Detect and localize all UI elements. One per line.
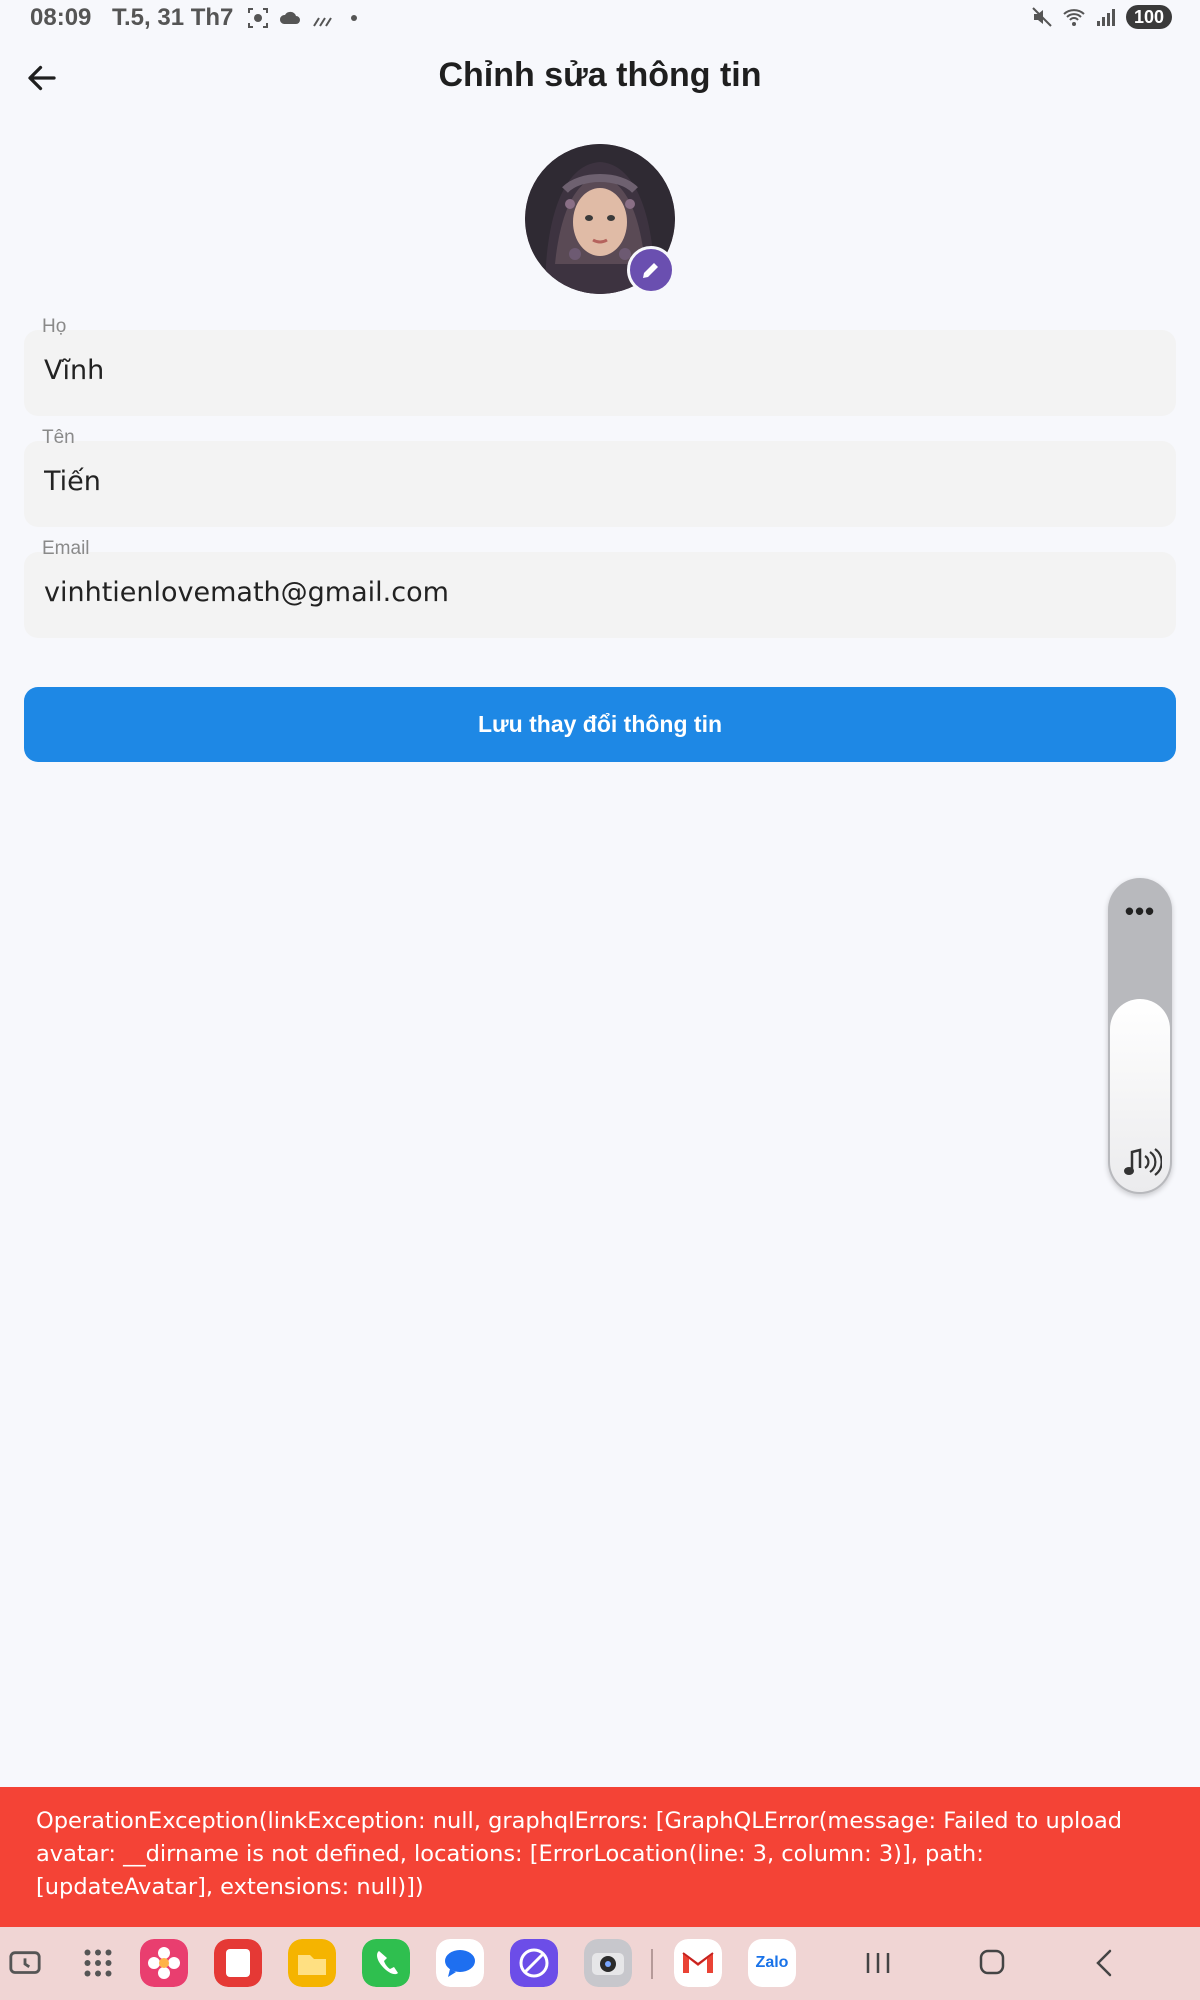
first-name-input[interactable] [42,465,1146,498]
first-name-label: Tên [42,427,75,448]
notes-icon[interactable] [214,1939,262,1987]
navigation-dock: Zalo [0,1927,1200,2000]
weather-rain-icon [313,17,332,27]
zalo-label: Zalo [755,1954,789,1971]
volume-slider-fill[interactable] [1110,999,1170,1192]
zalo-icon[interactable]: Zalo [748,1939,796,1987]
status-icons-left [246,6,366,30]
dot-icon [351,15,357,21]
first-name-field[interactable]: Tên [24,427,1176,527]
recent-apps-icon[interactable] [8,1947,42,1981]
cloud-icon [279,11,300,24]
avatar-container[interactable] [525,144,675,294]
camera-icon[interactable] [584,1939,632,1987]
email-input[interactable] [42,576,1146,609]
status-bar: 08:09 T.5, 31 Th7 100 [0,0,1200,36]
browser-icon[interactable] [510,1939,558,1987]
status-date: T.5, 31 Th7 [112,4,234,31]
last-name-field[interactable]: Họ [24,316,1176,416]
page-title: Chỉnh sửa thông tin [438,56,762,94]
wifi-icon [1063,9,1085,26]
mute-icon [1032,7,1052,27]
status-time: 08:09 [30,4,92,31]
files-icon[interactable] [288,1939,336,1987]
screenshot-icon [248,8,268,28]
app-drawer-icon[interactable] [80,1945,116,1981]
app-bar: Chỉnh sửa thông tin [0,36,1200,120]
media-volume-icon [1124,1148,1162,1176]
gallery-icon[interactable] [140,1939,188,1987]
error-snackbar: OperationException(linkException: null, … [0,1787,1200,1927]
email-label: Email [42,538,90,559]
home-nav-icon[interactable] [972,1945,1012,1981]
messages-icon[interactable] [436,1939,484,1987]
edit-avatar-button[interactable] [627,246,675,294]
gmail-icon[interactable] [674,1939,722,1987]
pencil-icon [643,263,658,278]
volume-panel[interactable]: ••• [1108,878,1172,1194]
phone-icon[interactable] [362,1939,410,1987]
back-nav-icon[interactable] [1086,1945,1126,1981]
dock-divider [651,1949,653,1979]
recents-nav-icon[interactable] [858,1945,898,1981]
battery-indicator: 100 [1125,5,1172,29]
last-name-label: Họ [42,316,67,337]
last-name-input[interactable] [42,354,1146,387]
email-field[interactable]: Email [24,538,1176,638]
volume-more-options[interactable]: ••• [1108,896,1172,927]
status-icons-right: 100 [1030,5,1172,29]
signal-icon [1096,9,1115,26]
save-changes-button[interactable]: Lưu thay đổi thông tin [24,687,1176,762]
